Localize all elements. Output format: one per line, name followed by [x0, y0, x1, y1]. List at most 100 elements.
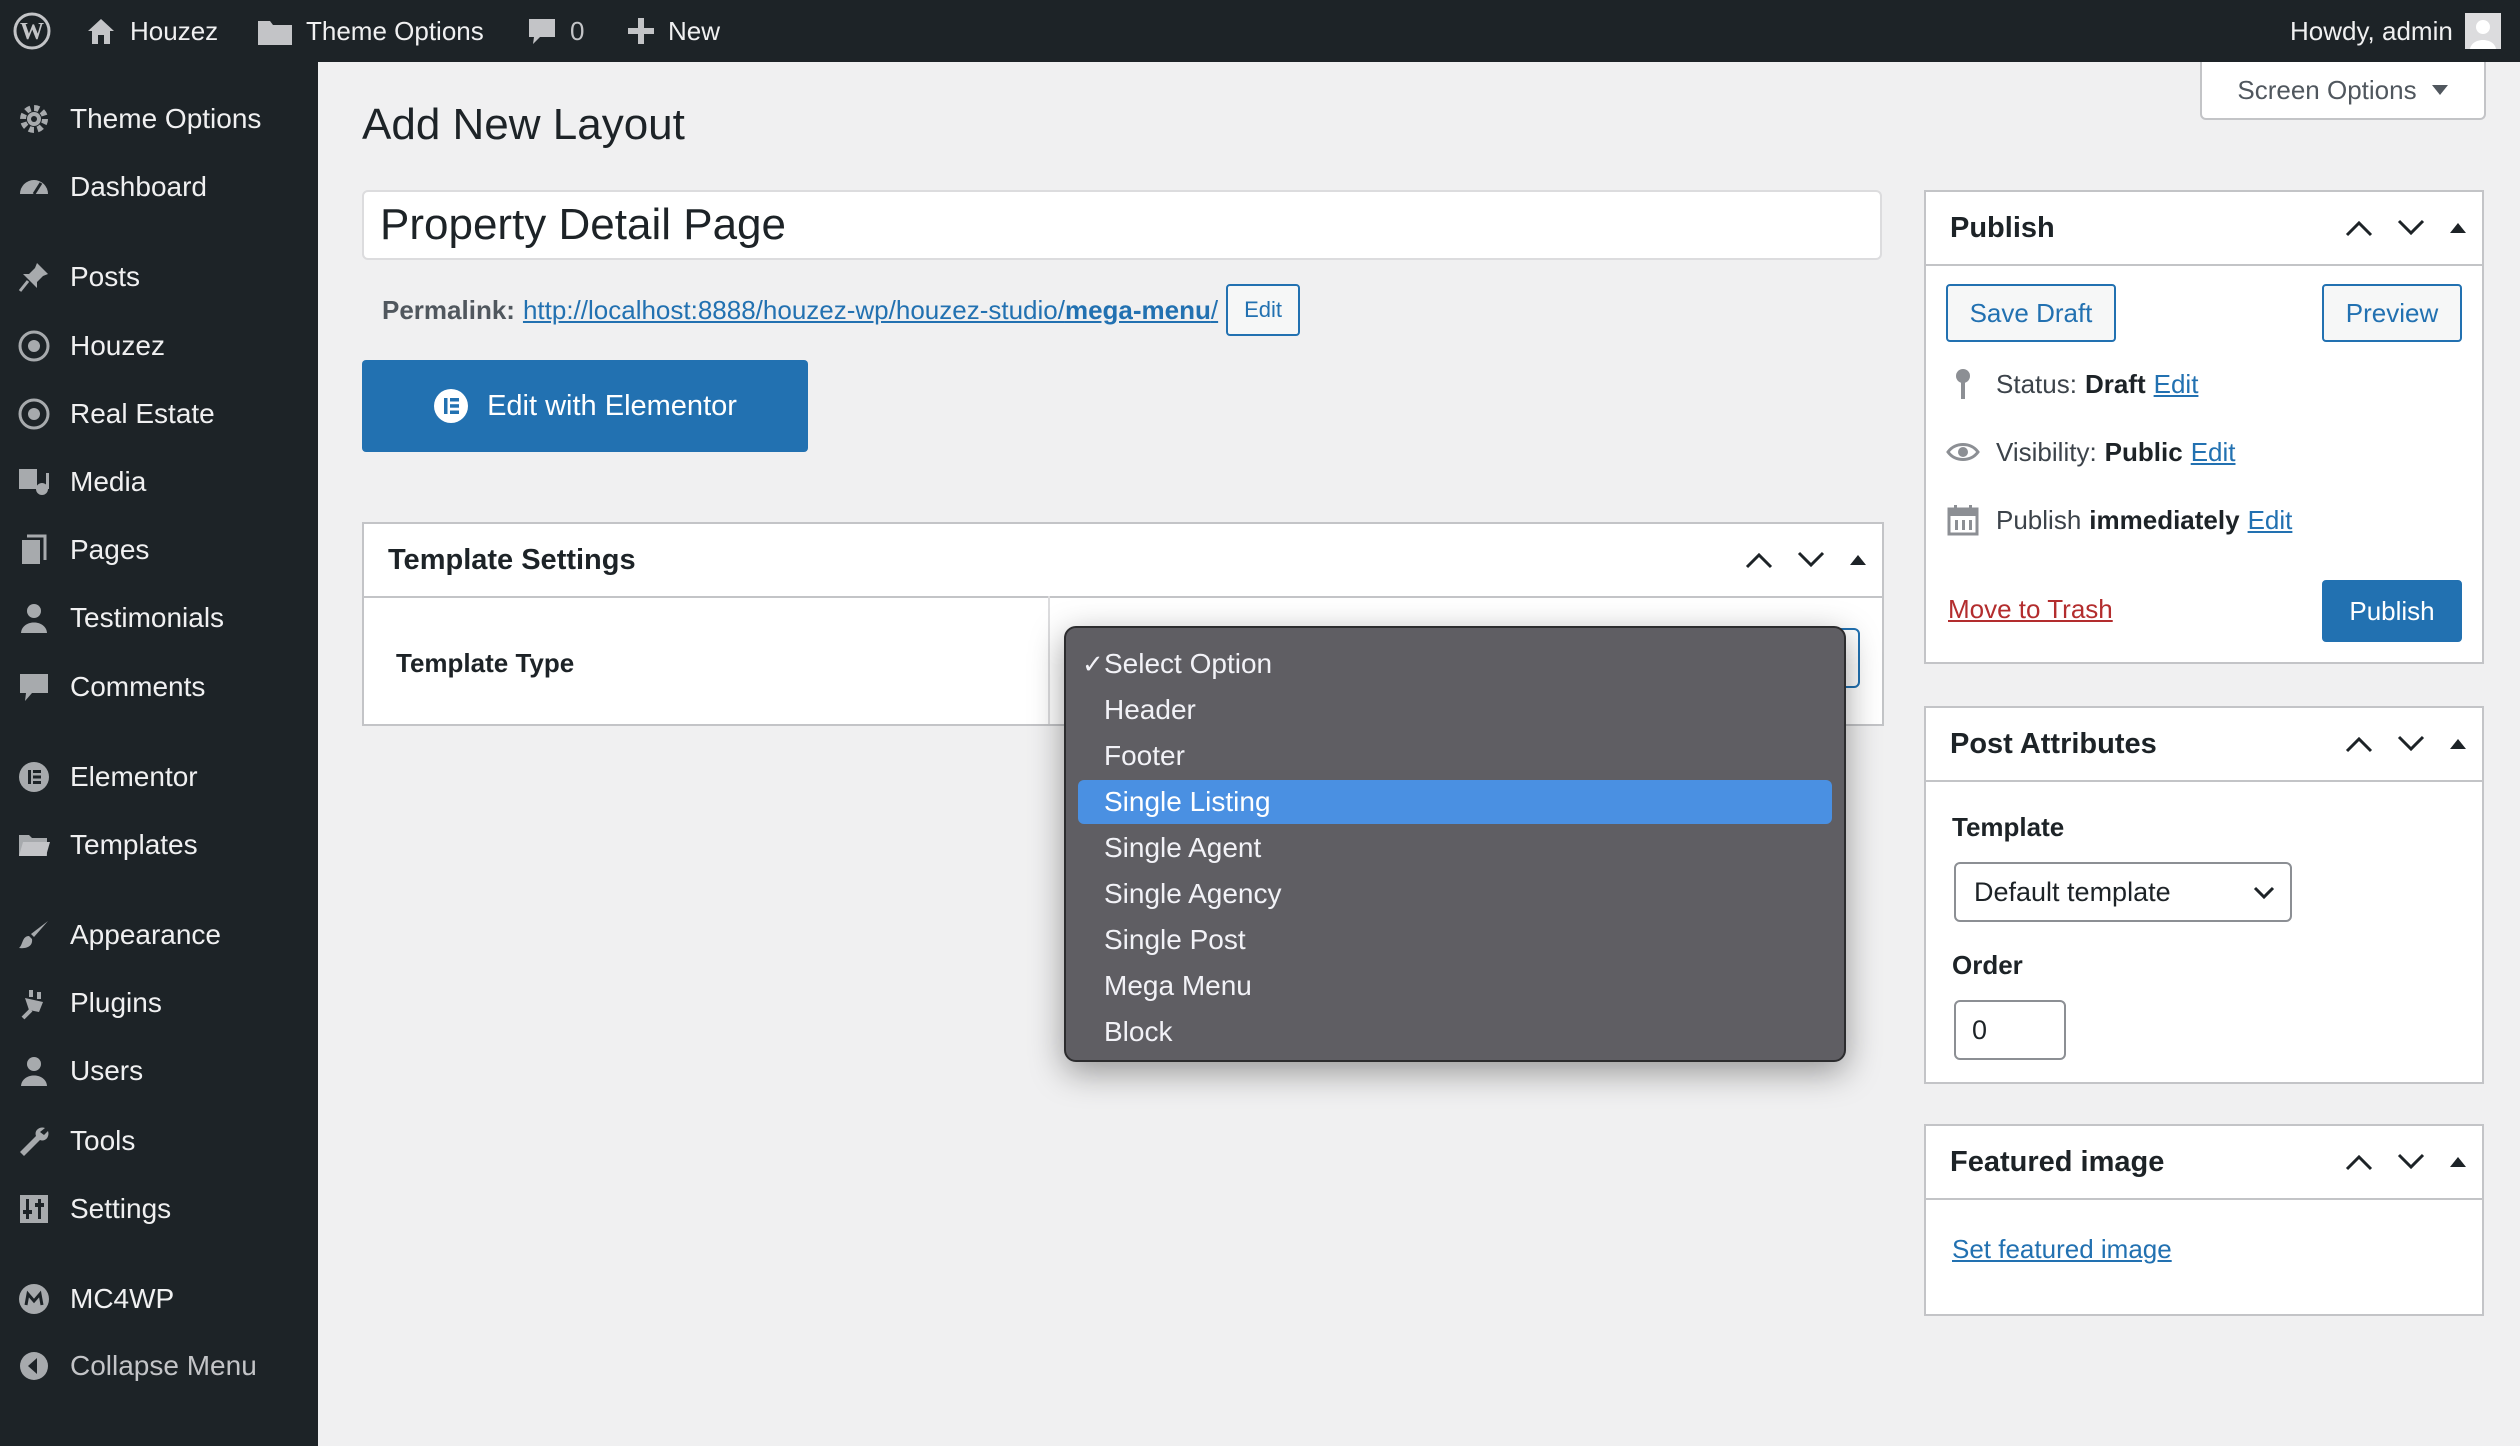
- order-field-label: Order: [1952, 950, 2023, 980]
- caret-down-icon: [2431, 85, 2448, 95]
- comment-icon: [16, 669, 52, 705]
- dropdown-option-select-option[interactable]: ✓ Select Option: [1078, 642, 1832, 686]
- dropdown-option-single-post[interactable]: Single Post: [1078, 918, 1832, 962]
- sidebar-item-label: Dashboard: [70, 171, 207, 202]
- collapse-menu-button[interactable]: Collapse Menu: [0, 1337, 318, 1395]
- sidebar-item-testimonials[interactable]: Testimonials: [0, 589, 318, 647]
- edit-with-elementor-button[interactable]: Edit with Elementor: [362, 360, 808, 452]
- sidebar-item-tools[interactable]: Tools: [0, 1112, 318, 1170]
- sidebar-item-houzez[interactable]: Houzez: [0, 317, 318, 375]
- theme-options-label: Theme Options: [306, 15, 484, 46]
- permalink-link[interactable]: http://localhost:8888/houzez-wp/houzez-s…: [523, 295, 1218, 326]
- chevron-down-icon[interactable]: [2396, 218, 2426, 238]
- order-input[interactable]: [1954, 1000, 2066, 1060]
- dropdown-option-label: Mega Menu: [1104, 970, 1252, 1001]
- plug-icon: [16, 985, 52, 1021]
- elementor-icon: [434, 389, 469, 423]
- sidebar-item-dashboard[interactable]: Dashboard: [0, 158, 318, 216]
- sidebar-item-pages[interactable]: Pages: [0, 521, 318, 579]
- comment-icon: [529, 19, 555, 44]
- chevron-up-icon[interactable]: [2344, 734, 2374, 754]
- target-icon: [16, 328, 52, 364]
- comments-link[interactable]: 0: [526, 0, 584, 62]
- dropdown-option-mega-menu[interactable]: Mega Menu: [1078, 964, 1832, 1008]
- sidebar-item-plugins[interactable]: Plugins: [0, 974, 318, 1032]
- site-name-link[interactable]: Houzez: [84, 0, 218, 62]
- sidebar-item-label: Plugins: [70, 987, 162, 1018]
- sidebar-item-templates[interactable]: Templates: [0, 816, 318, 874]
- publish-button[interactable]: Publish: [2322, 580, 2462, 642]
- permalink-edit-button[interactable]: Edit: [1226, 284, 1301, 336]
- dropdown-option-label: Single Agent: [1104, 832, 1262, 863]
- sidebar-item-label: MC4WP: [70, 1283, 175, 1314]
- toggle-panel-icon[interactable]: [2448, 221, 2468, 235]
- comments-count: 0: [570, 15, 585, 46]
- chevron-down-icon[interactable]: [1796, 550, 1826, 570]
- set-featured-image-link[interactable]: Set featured image: [1952, 1234, 2172, 1265]
- dropdown-option-header[interactable]: Header: [1078, 688, 1832, 732]
- toggle-panel-icon[interactable]: [2448, 737, 2468, 751]
- sidebar-item-settings[interactable]: Settings: [0, 1180, 318, 1238]
- permalink-row: Permalink: http://localhost:8888/houzez-…: [382, 284, 1301, 336]
- user-icon: [16, 1053, 52, 1089]
- collapse-icon: [16, 1348, 52, 1384]
- publish-title: Publish: [1950, 211, 2055, 244]
- sidebar-item-posts[interactable]: Posts: [0, 248, 318, 306]
- sidebar-item-label: Houzez: [70, 330, 165, 361]
- visibility-value: Public: [2104, 436, 2183, 467]
- chevron-up-icon[interactable]: [2344, 1152, 2374, 1172]
- template-type-label: Template Type: [396, 648, 575, 678]
- preview-button[interactable]: Preview: [2322, 284, 2462, 342]
- save-draft-button[interactable]: Save Draft: [1946, 284, 2116, 342]
- visibility-label: Visibility:: [1996, 436, 2097, 467]
- post-title-input[interactable]: [362, 190, 1882, 260]
- sidebar-item-users[interactable]: Users: [0, 1042, 318, 1100]
- sidebar-item-label: Collapse Menu: [70, 1350, 257, 1381]
- sidebar-item-label: Testimonials: [70, 602, 225, 633]
- screen-options-button[interactable]: Screen Options: [2200, 62, 2486, 120]
- publish-date-row: Publish immediately Edit: [1946, 500, 2292, 540]
- page-template-select[interactable]: Default template: [1954, 862, 2292, 922]
- edit-with-elementor-label: Edit with Elementor: [487, 389, 737, 422]
- chevron-up-icon[interactable]: [1744, 550, 1774, 570]
- my-account-link[interactable]: Howdy, admin: [2290, 0, 2501, 62]
- status-label: Status:: [1996, 368, 2077, 399]
- sidebar-item-label: Elementor: [70, 761, 198, 792]
- sidebar-item-media[interactable]: Media: [0, 453, 318, 511]
- sidebar-item-label: Settings: [70, 1193, 172, 1224]
- chevron-down-icon[interactable]: [2396, 734, 2426, 754]
- sidebar-item-elementor[interactable]: Elementor: [0, 748, 318, 806]
- sidebar-item-real-estate[interactable]: Real Estate: [0, 385, 318, 443]
- settings-icon: [16, 1191, 52, 1227]
- dropdown-option-footer[interactable]: Footer: [1078, 734, 1832, 778]
- sidebar-item-appearance[interactable]: Appearance: [0, 906, 318, 964]
- toggle-panel-icon[interactable]: [1848, 553, 1868, 567]
- dropdown-option-block[interactable]: Block: [1078, 1010, 1832, 1054]
- dropdown-option-label: Block: [1104, 1016, 1173, 1047]
- dropdown-option-label: Footer: [1104, 740, 1185, 771]
- dropdown-option-label: Single Post: [1104, 924, 1246, 955]
- pin-icon: [1946, 367, 1980, 401]
- sidebar-item-comments[interactable]: Comments: [0, 658, 318, 716]
- status-edit-link[interactable]: Edit: [2154, 369, 2199, 400]
- dropdown-option-label: Select Option: [1104, 648, 1273, 679]
- post-attributes-title: Post Attributes: [1950, 727, 2157, 760]
- sidebar-item-theme-options[interactable]: Theme Options: [0, 90, 318, 148]
- chevron-down-icon[interactable]: [2396, 1152, 2426, 1172]
- toggle-panel-icon[interactable]: [2448, 1155, 2468, 1169]
- sidebar-item-mc4wp[interactable]: MC4WP: [0, 1270, 318, 1328]
- publish-date-edit-link[interactable]: Edit: [2248, 505, 2293, 536]
- template-settings-header: Template Settings: [364, 524, 1882, 598]
- move-to-trash-link[interactable]: Move to Trash: [1948, 594, 2113, 625]
- chevron-up-icon[interactable]: [2344, 218, 2374, 238]
- visibility-edit-link[interactable]: Edit: [2191, 437, 2236, 468]
- new-content-link[interactable]: New: [626, 0, 720, 62]
- theme-options-link[interactable]: Theme Options: [256, 0, 484, 62]
- dropdown-option-single-listing[interactable]: Single Listing: [1078, 780, 1832, 824]
- dropdown-option-single-agency[interactable]: Single Agency: [1078, 872, 1832, 916]
- status-row: Status: Draft Edit: [1946, 364, 2198, 404]
- dropdown-option-single-agent[interactable]: Single Agent: [1078, 826, 1832, 870]
- permalink-base: http://localhost:8888/houzez-wp/houzez-s…: [522, 294, 1065, 325]
- post-attributes-header: Post Attributes: [1926, 708, 2482, 782]
- wordpress-logo-icon[interactable]: W: [12, 0, 52, 62]
